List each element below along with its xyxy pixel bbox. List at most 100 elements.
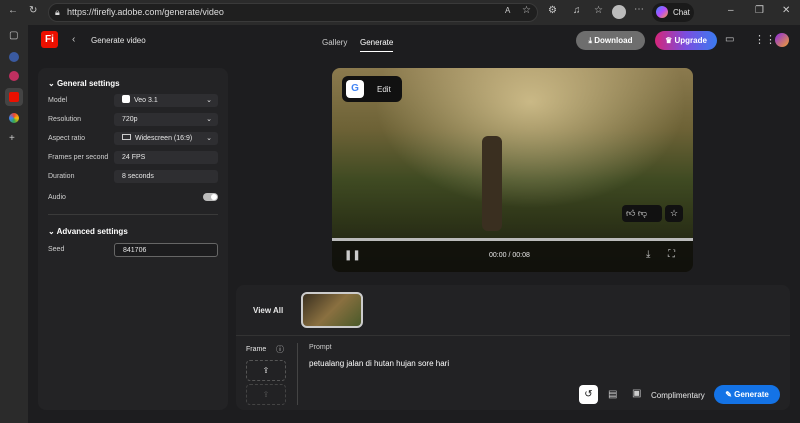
complimentary-label: Complimentary — [651, 391, 705, 400]
view-all-link[interactable]: View All — [253, 306, 283, 315]
thumbs-down-icon[interactable]: 👎︎ — [638, 208, 647, 218]
resolution-select[interactable]: 720p ⌄ — [114, 113, 218, 126]
add-icon[interactable]: + — [9, 133, 15, 144]
favorites-icon[interactable]: ☆ — [594, 5, 603, 16]
upgrade-button[interactable]: ♛ Upgrade — [655, 31, 717, 50]
download-label: Download — [594, 36, 633, 45]
feedback-icon[interactable]: ▭ — [725, 34, 734, 45]
page-title: Generate video — [91, 36, 146, 45]
pinterest-icon[interactable] — [9, 71, 19, 81]
resolution-value: 720p — [122, 116, 138, 123]
seed-input[interactable]: 841706 — [114, 243, 218, 257]
widescreen-icon — [122, 134, 131, 140]
audio-label: Audio — [48, 194, 66, 201]
chevron-down-icon: ⌄ — [206, 135, 212, 142]
read-aloud-icon[interactable]: A — [505, 6, 510, 15]
duration-label: Duration — [48, 173, 75, 180]
download-icon[interactable]: ⤓ — [646, 249, 650, 260]
thumbs-up-icon[interactable]: 👍︎ — [626, 208, 635, 218]
divider — [297, 343, 298, 405]
fps-field[interactable]: 24 FPS — [114, 151, 218, 164]
chat-button[interactable]: Chat — [652, 3, 694, 22]
restore-icon[interactable]: ❐ — [755, 5, 764, 16]
video-thumbnail[interactable] — [301, 292, 363, 328]
general-settings-header[interactable]: ⌄ General settings — [48, 79, 120, 88]
last-frame-upload[interactable]: ⇪ — [246, 384, 286, 405]
upgrade-label: Upgrade — [674, 36, 707, 45]
url-text: https://firefly.adobe.com/generate/video — [67, 7, 224, 17]
model-value: Veo 3.1 — [134, 97, 158, 104]
duration-value: 8 seconds — [122, 173, 154, 180]
model-badge[interactable]: G Edit — [342, 76, 402, 102]
pause-icon[interactable]: ❚❚ — [344, 250, 361, 261]
resolution-label: Resolution — [48, 116, 82, 123]
browser-toolbar: ← ↻ 🔒︎ https://firefly.adobe.com/generate… — [0, 0, 800, 25]
style-reference-icon[interactable]: ▤ — [608, 389, 617, 400]
firefly-logo[interactable]: Fi — [41, 31, 58, 48]
model-select[interactable]: Veo 3.1 ⌄ — [114, 94, 218, 107]
more-icon[interactable]: ⋯ — [634, 4, 644, 15]
model-label: Model — [48, 97, 68, 104]
profile-avatar[interactable] — [612, 5, 626, 19]
aspect-ratio-label: Aspect ratio — [48, 135, 85, 142]
prompt-panel: View All Frame ⓘ ⇪ ⇪ Prompt petualang ja… — [236, 285, 790, 410]
rating-buttons: 👍︎ 👎︎ — [622, 205, 662, 222]
aspect-ratio-value: Widescreen (16:9) — [135, 135, 193, 142]
chat-label: Chat — [673, 8, 690, 17]
generate-label: Generate — [734, 390, 769, 399]
generate-icon: ✎ — [725, 390, 735, 399]
back-icon[interactable]: ← — [8, 5, 18, 16]
fps-value: 24 FPS — [122, 154, 146, 161]
media-icon[interactable]: ♫ — [573, 5, 581, 16]
minimize-icon[interactable]: – — [728, 5, 734, 16]
copilot-icon — [656, 6, 668, 18]
divider — [236, 335, 790, 336]
audio-toggle[interactable] — [203, 193, 218, 201]
tab-generate[interactable]: Generate — [360, 38, 394, 52]
frame-label: Frame — [246, 346, 267, 353]
info-icon[interactable]: ⓘ — [276, 344, 284, 355]
close-icon[interactable]: ✕ — [782, 5, 790, 16]
lock-icon: 🔒︎ — [55, 7, 60, 17]
hiker-figure — [482, 136, 502, 231]
divider — [48, 214, 218, 215]
favorite-icon[interactable]: ☆ — [665, 205, 683, 222]
credits-icon[interactable]: ▣ — [632, 388, 641, 399]
apps-grid-icon[interactable]: ⋮⋮ — [754, 33, 776, 46]
chevron-down-icon: ⌄ — [48, 79, 57, 88]
favorite-icon[interactable]: ☆ — [522, 5, 531, 16]
generate-button[interactable]: ✎ Generate — [714, 385, 780, 404]
first-frame-upload[interactable]: ⇪ — [246, 360, 286, 381]
download-button[interactable]: ⤓ Download — [576, 31, 645, 50]
tabs-icon[interactable]: ▢ — [9, 30, 18, 41]
tab-gallery[interactable]: Gallery — [322, 38, 347, 47]
history-icon[interactable]: ↺ — [579, 385, 598, 404]
upload-icon: ⇪ — [262, 366, 270, 375]
sidebar-app-icon[interactable] — [9, 52, 19, 62]
chevron-down-icon: ⌄ — [206, 116, 212, 123]
user-avatar[interactable] — [775, 33, 789, 47]
chevron-down-icon: ⌄ — [48, 227, 57, 236]
seed-label: Seed — [48, 246, 65, 253]
reload-icon[interactable]: ↻ — [29, 5, 37, 16]
chevron-down-icon: ⌄ — [206, 97, 212, 104]
advanced-settings-title: Advanced settings — [56, 227, 128, 236]
extensions-icon[interactable]: ⚙ — [548, 5, 557, 16]
back-chevron-icon[interactable]: ‹ — [72, 34, 75, 45]
browser-sidebar: ▢ + — [0, 25, 28, 423]
prompt-input[interactable]: petualang jalan di hutan hujan sore hari — [309, 359, 449, 368]
video-player[interactable]: G Edit 👍︎ 👎︎ ☆ ❚❚ 00:00 / 00:08 ⤓ ⛶ — [332, 68, 693, 272]
aspect-ratio-select[interactable]: Widescreen (16:9) ⌄ — [114, 132, 218, 145]
seed-value: 841706 — [123, 247, 147, 254]
firefly-tab-icon[interactable] — [5, 88, 23, 106]
video-time: 00:00 / 00:08 — [489, 252, 530, 259]
video-controls: ❚❚ 00:00 / 00:08 ⤓ ⛶ — [332, 241, 693, 272]
address-bar[interactable]: 🔒︎ https://firefly.adobe.com/generate/vid… — [48, 3, 538, 22]
google-logo-icon — [122, 95, 130, 103]
settings-panel: ⌄ General settings Model Veo 3.1 ⌄ Resolu… — [38, 68, 228, 410]
google-icon[interactable] — [9, 113, 19, 123]
duration-field[interactable]: 8 seconds — [114, 170, 218, 183]
advanced-settings-header[interactable]: ⌄ Advanced settings — [48, 227, 128, 236]
edit-label: Edit — [377, 85, 391, 94]
fullscreen-icon[interactable]: ⛶ — [668, 249, 675, 260]
